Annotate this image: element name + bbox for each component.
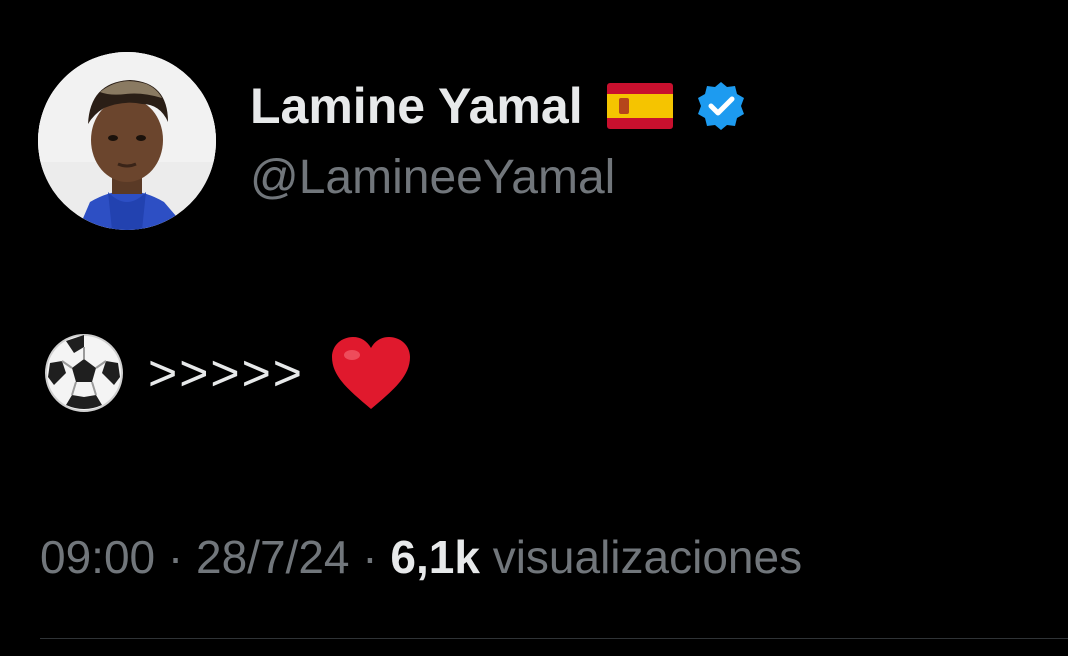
tweet-date[interactable]: 28/7/24 xyxy=(196,531,349,583)
verified-badge-icon xyxy=(695,80,747,132)
tweet-text: >>>>> xyxy=(148,345,304,401)
separator: · xyxy=(362,531,378,583)
tweet-card: Lamine Yamal @LamineeYamal >>>>> 09:00 ·… xyxy=(0,0,1068,656)
separator: · xyxy=(167,531,184,583)
views-label[interactable]: visualizaciones xyxy=(493,531,802,583)
avatar[interactable] xyxy=(38,52,216,230)
avatar-photo xyxy=(38,52,216,230)
tweet-meta: 09:00 · 28/7/24 · 6,1k visualizaciones xyxy=(40,530,802,584)
red-heart-icon xyxy=(330,335,412,411)
user-handle[interactable]: @LamineeYamal xyxy=(250,150,615,205)
tweet-time[interactable]: 09:00 xyxy=(40,531,155,583)
views-count[interactable]: 6,1k xyxy=(390,531,480,583)
display-name[interactable]: Lamine Yamal xyxy=(250,77,583,135)
soccer-ball-icon xyxy=(44,333,124,413)
spain-flag-icon xyxy=(606,83,673,129)
divider xyxy=(40,638,1068,639)
tweet-content: >>>>> xyxy=(44,330,412,416)
name-row: Lamine Yamal xyxy=(250,76,747,136)
